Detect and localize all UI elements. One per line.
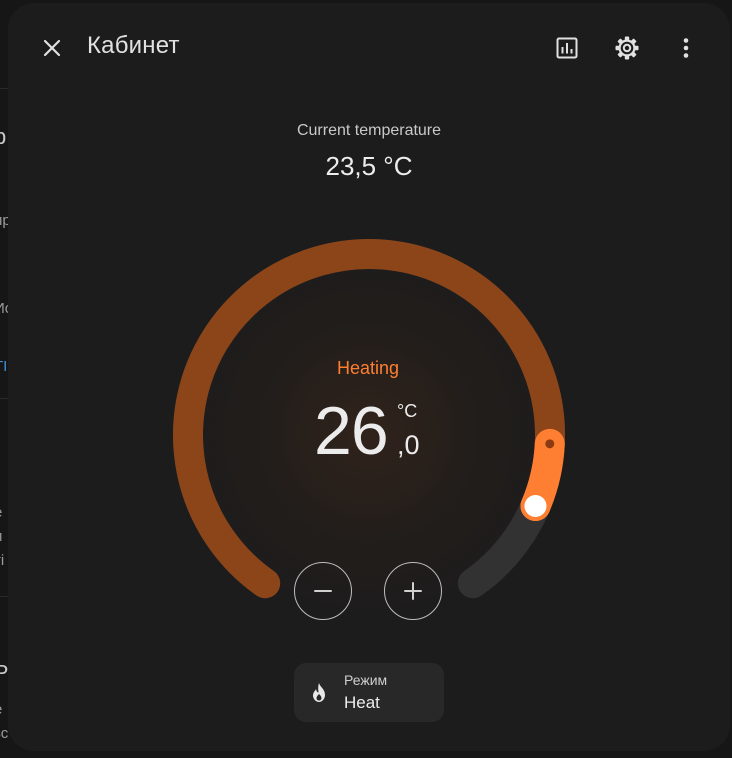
target-temperature-unit: °C xyxy=(397,401,418,421)
minus-icon xyxy=(314,590,332,592)
hvac-action-label: Heating xyxy=(336,358,400,378)
background-text: ТІ xyxy=(0,358,8,375)
target-handle-knob[interactable] xyxy=(524,495,547,518)
background-text: е xyxy=(0,701,2,718)
background-text: ті xyxy=(0,552,5,569)
background-text: е xyxy=(0,504,2,521)
decrease-temperature-button[interactable] xyxy=(294,562,352,620)
target-temperature-decimal: ,0 xyxy=(397,430,420,460)
target-temperature-integer: 26 xyxy=(314,393,389,469)
current-temperature-marker xyxy=(545,439,555,449)
increase-temperature-button[interactable] xyxy=(384,562,442,620)
background-divider xyxy=(0,88,8,89)
background-divider xyxy=(0,398,8,399)
mode-value: Heat xyxy=(344,693,380,712)
background-text: и xyxy=(0,528,2,545)
hvac-mode-selector[interactable]: Режим Heat xyxy=(294,663,444,722)
fire-icon xyxy=(313,683,325,702)
plus-icon xyxy=(404,582,422,600)
mode-label: Режим xyxy=(344,672,388,688)
thermostat-dialog: Кабинет Current temperature 23,5 °C Heat… xyxy=(8,3,730,751)
background-text: зс xyxy=(0,725,9,742)
background-divider xyxy=(0,596,8,597)
background-text: р xyxy=(0,124,7,149)
